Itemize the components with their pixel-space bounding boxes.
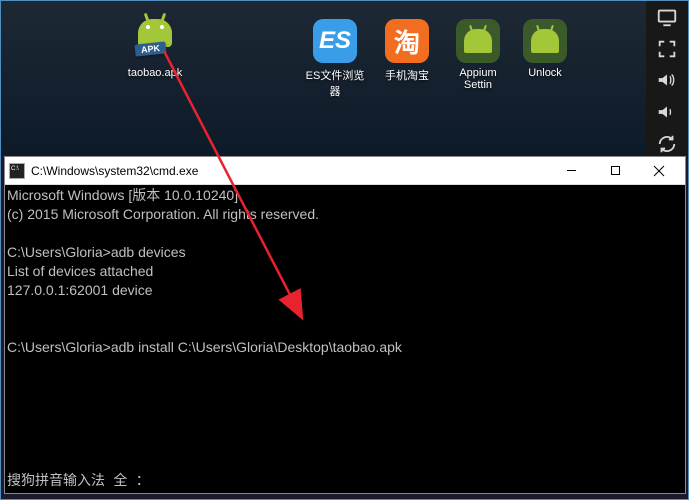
term-line: List of devices attached [7, 263, 153, 279]
app-label: 手机淘宝 [373, 67, 441, 83]
term-line: C:\Users\Gloria>adb install C:\Users\Glo… [7, 339, 402, 355]
minimize-button[interactable] [549, 157, 593, 185]
app-label: Appium Settin [444, 67, 512, 91]
app-label: ES文件浏览器 [301, 67, 369, 99]
term-line: C:\Users\Gloria>adb devices [7, 244, 186, 260]
es-explorer-icon: ES [313, 19, 357, 63]
rotate-icon[interactable] [653, 132, 681, 156]
file-taobao-apk[interactable]: APK taobao.apk [121, 15, 189, 79]
taobao-icon: 淘 [385, 19, 429, 63]
title-bar[interactable]: C:\Windows\system32\cmd.exe [5, 157, 685, 185]
volume-down-icon[interactable] [653, 100, 681, 124]
close-button[interactable] [637, 157, 681, 185]
term-line: Microsoft Windows [版本 10.0.10240] [7, 187, 238, 203]
window-title: C:\Windows\system32\cmd.exe [31, 164, 549, 178]
apk-file-icon: APK [131, 15, 179, 63]
term-line: (c) 2015 Microsoft Corporation. All righ… [7, 206, 319, 222]
app-appium[interactable]: Appium Settin [444, 19, 512, 91]
cmd-icon [9, 163, 25, 179]
term-line: 127.0.0.1:62001 device [7, 282, 153, 298]
maximize-button[interactable] [593, 157, 637, 185]
android-desktop: APK taobao.apk ES ES文件浏览器 淘 手机淘宝 Appium … [1, 1, 688, 156]
app-label: Unlock [511, 67, 579, 79]
monitor-icon[interactable] [653, 5, 681, 29]
emulator-sidebar [646, 1, 688, 156]
terminal-output[interactable]: Microsoft Windows [版本 10.0.10240] (c) 20… [5, 185, 685, 493]
appium-icon [456, 19, 500, 63]
volume-up-icon[interactable] [653, 69, 681, 93]
fullscreen-icon[interactable] [653, 37, 681, 61]
cmd-window: C:\Windows\system32\cmd.exe Microsoft Wi… [4, 156, 686, 494]
unlock-icon [523, 19, 567, 63]
app-taobao[interactable]: 淘 手机淘宝 [373, 19, 441, 83]
app-unlock[interactable]: Unlock [511, 19, 579, 79]
app-es-explorer[interactable]: ES ES文件浏览器 [301, 19, 369, 99]
ime-status: 搜狗拼音输入法 全 ： [7, 474, 150, 491]
file-label: taobao.apk [121, 67, 189, 79]
